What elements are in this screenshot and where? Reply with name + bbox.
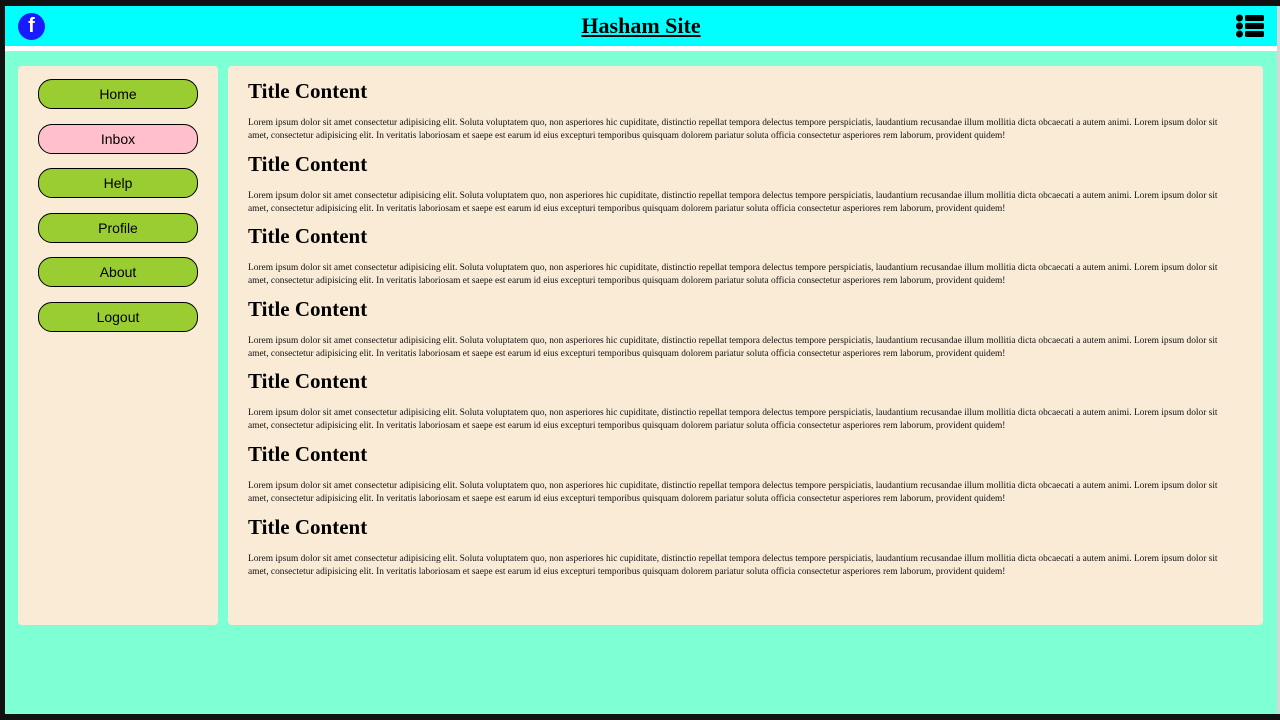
section-title: Title Content [248, 79, 368, 103]
sidebar-item-help[interactable]: Help [38, 168, 198, 198]
content-section: Title Content Lorem ipsum dolor sit amet… [248, 297, 1223, 361]
content-section: Title Content Lorem ipsum dolor sit amet… [248, 442, 1223, 506]
page: f Hasham Site Home Inbox Help Profile Ab… [5, 6, 1277, 714]
section-title: Title Content [248, 442, 368, 466]
section-title: Title Content [248, 152, 368, 176]
content-section: Title Content Lorem ipsum dolor sit amet… [248, 79, 1223, 143]
content-section: Title Content Lorem ipsum dolor sit amet… [248, 369, 1223, 433]
sidebar-item-logout[interactable]: Logout [38, 302, 198, 332]
section-text: Lorem ipsum dolor sit amet consectetur a… [248, 118, 1218, 141]
content-section: Title Content Lorem ipsum dolor sit amet… [248, 515, 1223, 579]
site-title[interactable]: Hasham Site [5, 13, 1277, 39]
section-text: Lorem ipsum dolor sit amet consectetur a… [248, 263, 1218, 286]
section-text: Lorem ipsum dolor sit amet consectetur a… [248, 554, 1218, 577]
list-menu-icon[interactable] [1236, 14, 1264, 38]
section-text: Lorem ipsum dolor sit amet consectetur a… [248, 336, 1218, 359]
content-section: Title Content Lorem ipsum dolor sit amet… [248, 224, 1223, 288]
sidebar-item-profile[interactable]: Profile [38, 213, 198, 243]
sidebar-item-about[interactable]: About [38, 257, 198, 287]
section-text: Lorem ipsum dolor sit amet consectetur a… [248, 481, 1218, 504]
sidebar-item-home[interactable]: Home [38, 79, 198, 109]
section-title: Title Content [248, 224, 368, 248]
section-text: Lorem ipsum dolor sit amet consectetur a… [248, 191, 1218, 214]
main-content: Title Content Lorem ipsum dolor sit amet… [228, 66, 1263, 625]
site-header: f Hasham Site [5, 6, 1277, 51]
sidebar-item-inbox[interactable]: Inbox [38, 124, 198, 154]
sidebar: Home Inbox Help Profile About Logout [18, 66, 218, 625]
section-title: Title Content [248, 369, 368, 393]
content-section: Title Content Lorem ipsum dolor sit amet… [248, 152, 1223, 216]
section-title: Title Content [248, 297, 368, 321]
section-title: Title Content [248, 515, 368, 539]
section-text: Lorem ipsum dolor sit amet consectetur a… [248, 408, 1218, 431]
